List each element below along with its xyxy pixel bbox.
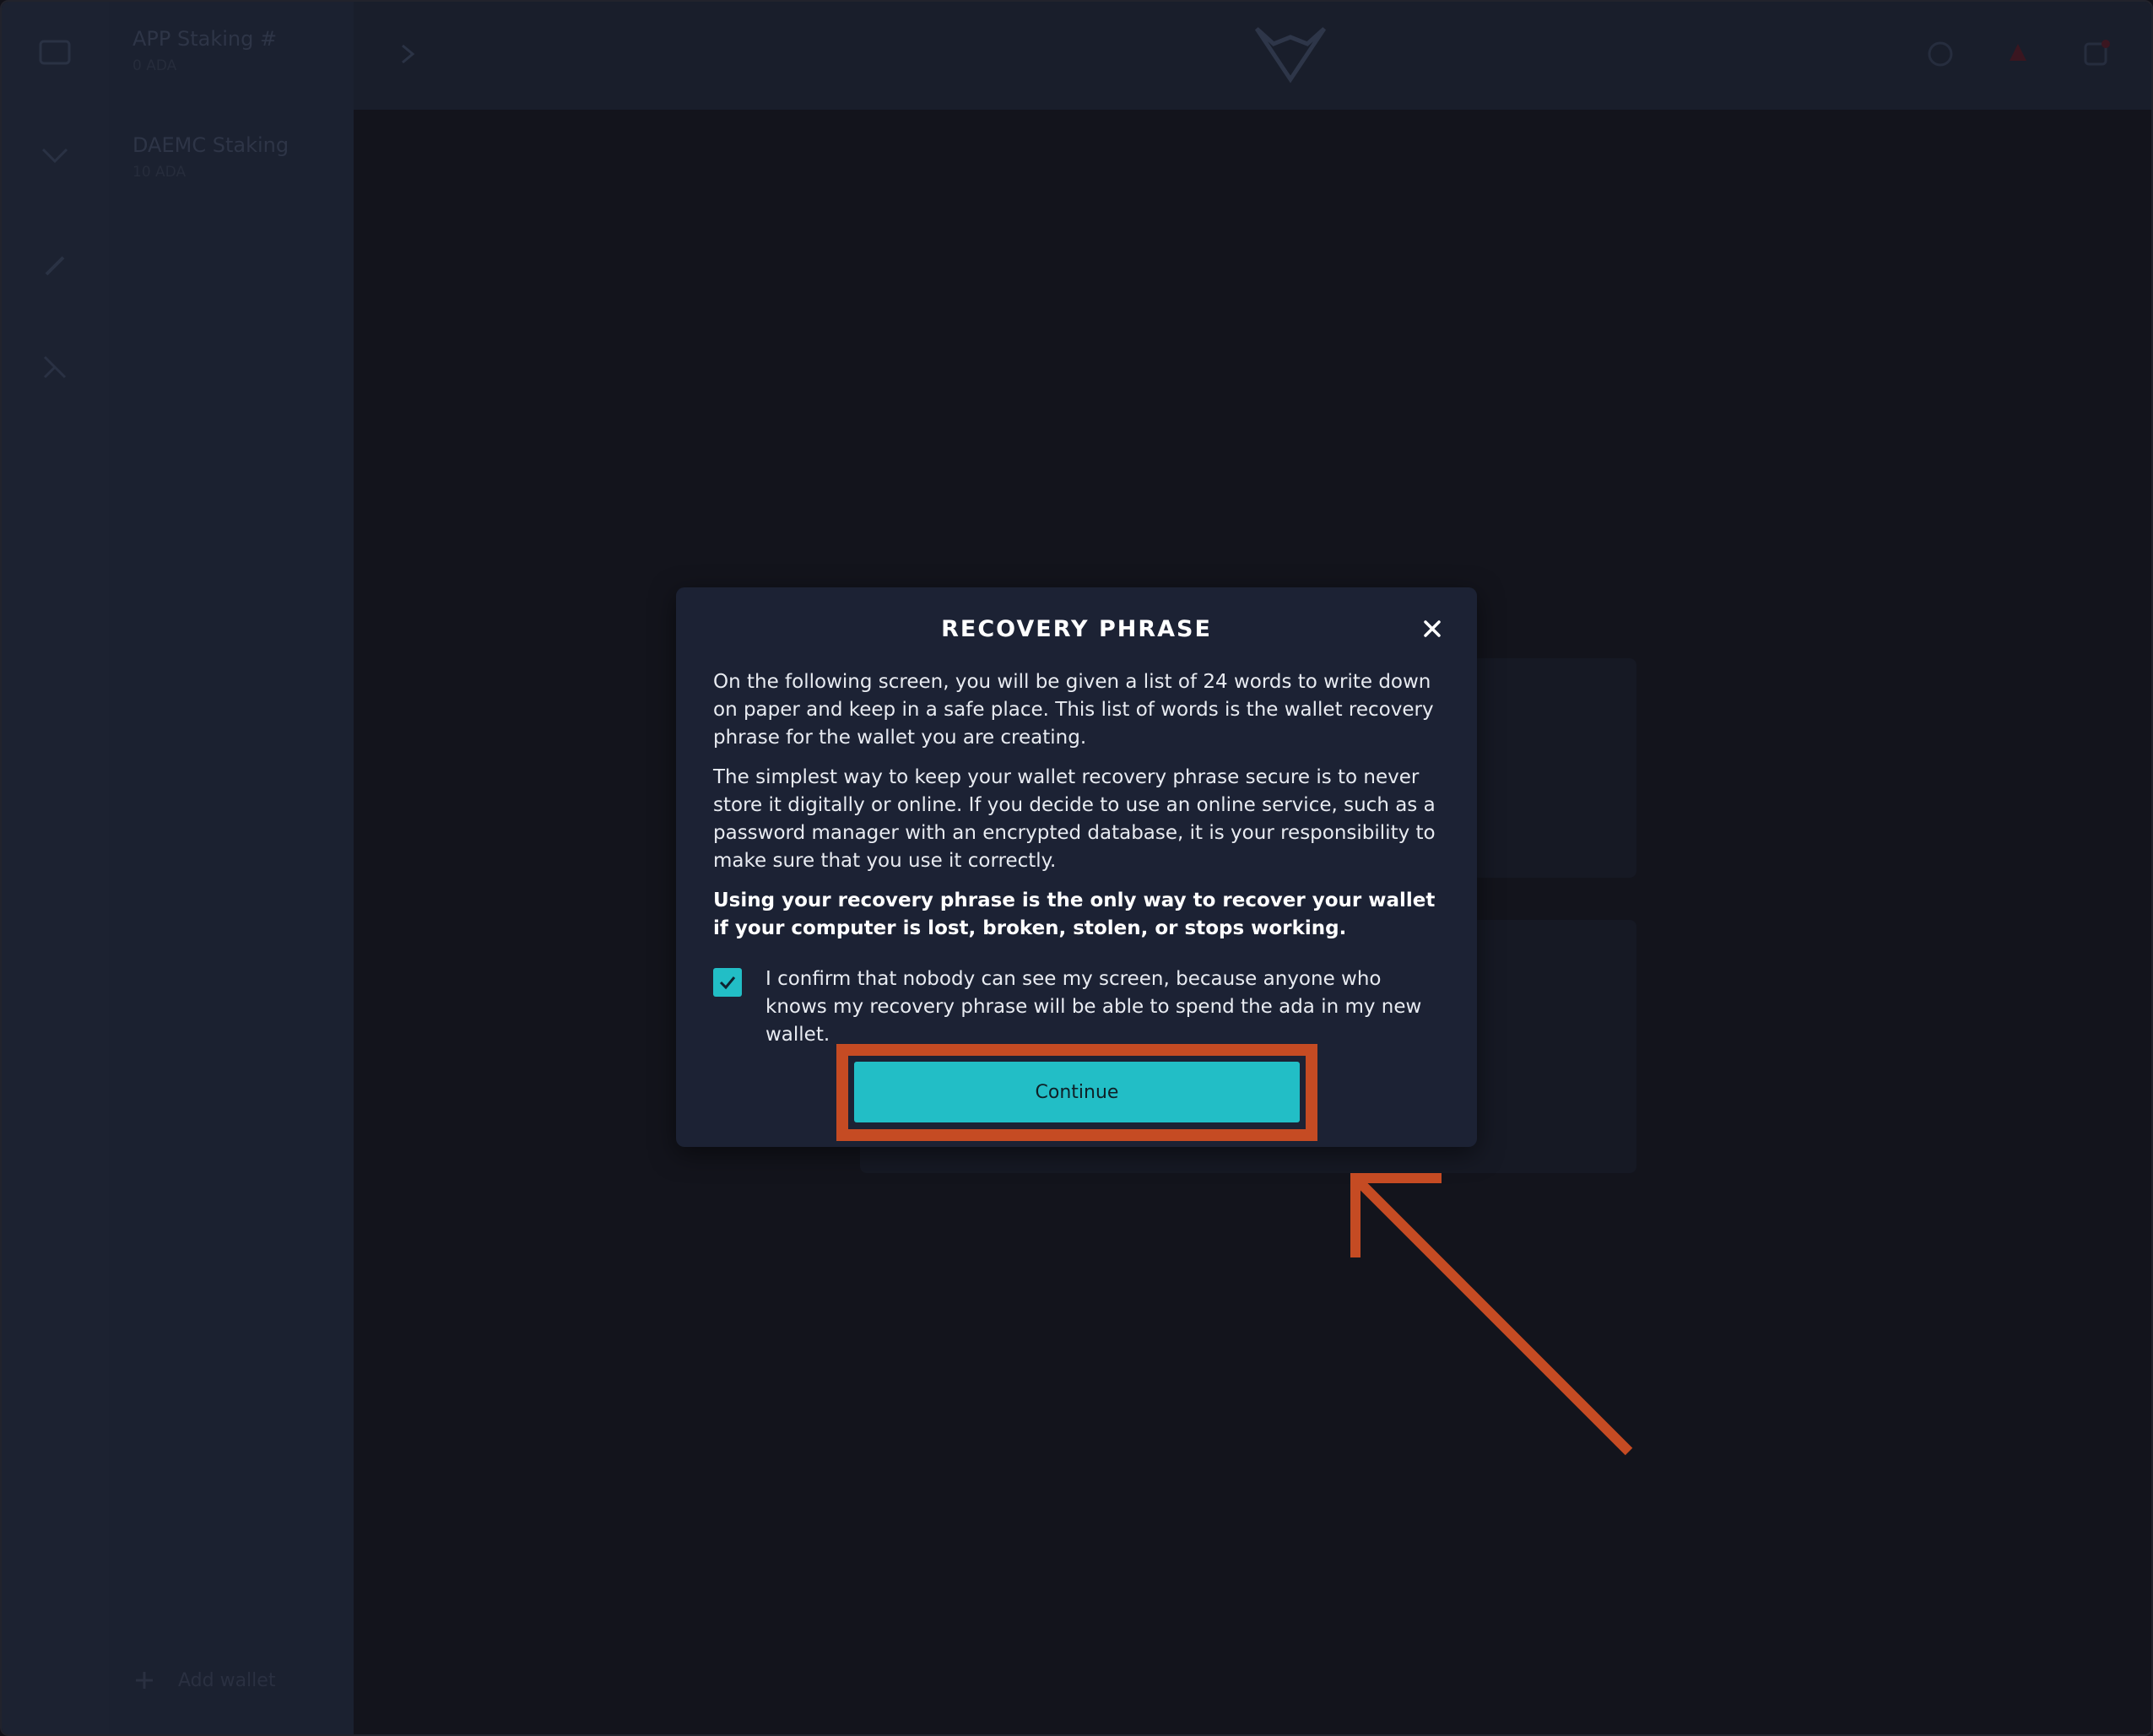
instruction-paragraph: On the following screen, you will be giv… [713,671,1434,749]
add-wallet-button[interactable]: Add wallet [133,1668,275,1692]
wallet-name[interactable]: DAEMC Staking [133,133,289,157]
nav-rail [2,2,109,1734]
logo-icon [1248,20,1333,88]
node-status-icon[interactable] [1923,37,1957,71]
plus-icon [136,1672,153,1689]
recovery-phrase-dialog: RECOVERY PHRASE On the following screen,… [676,587,1477,1147]
notification-icon[interactable] [2001,37,2035,71]
settings-icon[interactable] [35,246,74,285]
staking-icon[interactable] [35,137,74,176]
news-icon[interactable] [2079,37,2112,71]
wallet-balance: 10 ADA [133,164,187,181]
wallet-balance: 0 ADA [133,57,177,74]
menu-toggle-icon[interactable] [396,37,430,71]
close-icon[interactable] [1418,614,1447,643]
wallet-icon[interactable] [35,32,74,71]
add-wallet-label: Add wallet [178,1669,276,1691]
continue-button[interactable]: Continue [854,1062,1300,1122]
checkmark-icon [719,976,736,990]
dialog-title: RECOVERY PHRASE [941,616,1212,642]
warning-paragraph: Using your recovery phrase is the only w… [713,890,1436,939]
wallet-list-panel: APP Staking # 0 ADA DAEMC Staking 10 ADA… [109,2,354,1734]
top-bar [354,2,2151,110]
security-paragraph: The simplest way to keep your wallet rec… [713,766,1436,872]
confirm-label[interactable]: I confirm that nobody can see my screen,… [765,965,1443,1049]
tools-icon[interactable] [35,348,74,387]
dialog-body: On the following screen, you will be giv… [713,668,1436,955]
confirm-checkbox[interactable] [713,968,742,997]
wallet-name[interactable]: APP Staking # [133,27,277,51]
confirm-row[interactable]: I confirm that nobody can see my screen,… [713,965,1443,1049]
